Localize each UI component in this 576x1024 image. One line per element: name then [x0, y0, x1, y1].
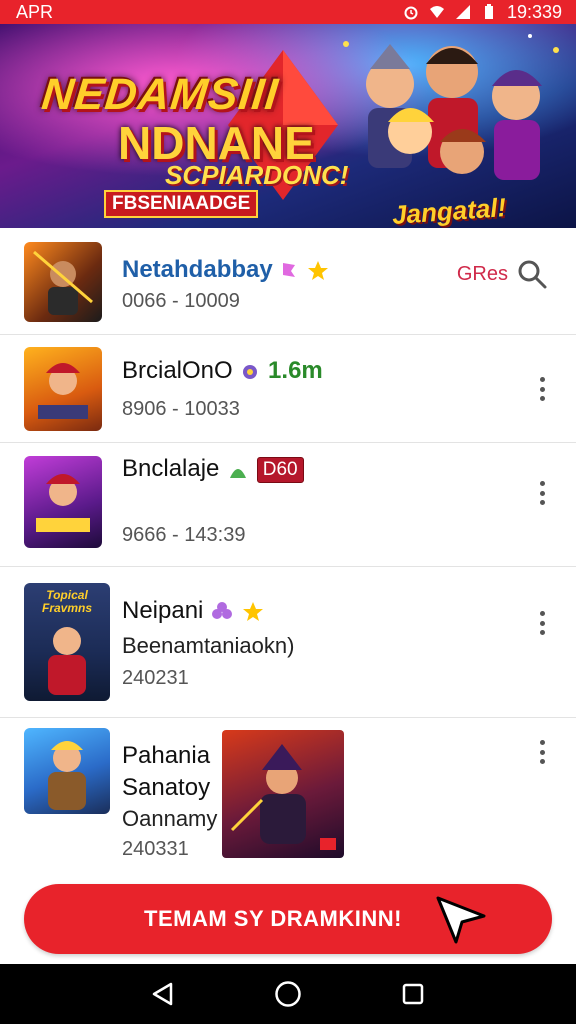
list-item-meta: 240331 [122, 838, 189, 860]
game-thumbnail [24, 242, 102, 322]
system-navigation-bar [0, 964, 576, 1024]
game-thumbnail: Topical Fravmns [24, 583, 110, 701]
primary-cta-button[interactable]: TEMAM SY DRAMKINN! [24, 884, 552, 954]
more-vertical-icon[interactable] [538, 611, 546, 635]
back-icon [152, 982, 172, 1006]
gear-icon [243, 364, 258, 379]
list-item-subtitle: 0066 - 10009 [122, 290, 240, 312]
alarm-icon [404, 6, 418, 20]
stat-badge: 1.6m [268, 357, 323, 384]
list-item[interactable]: Netahdabbay 0066 - 10009 GRes [0, 228, 576, 335]
banner-title-line3: SCPIARDONC! [165, 160, 349, 190]
home-button[interactable] [274, 980, 302, 1008]
status-icons: 19:339 [403, 2, 562, 23]
list-item-title: BrcialOnO 1.6m [122, 357, 323, 384]
signal-icon [455, 5, 470, 19]
list-item-subtitle: 8906 - 10033 [122, 398, 240, 420]
list-item[interactable]: Topical Fravmns Neipani Beenamtaniaokn) … [0, 567, 576, 718]
game-thumbnail [24, 347, 102, 431]
banner-tag: FBSENIAADGE [104, 190, 259, 218]
more-vertical-icon[interactable] [538, 377, 546, 401]
android-icon [230, 468, 247, 478]
list-item-title: Netahdabbay [122, 256, 330, 284]
recents-icon [403, 983, 424, 1005]
status-bar: APR 19:339 [0, 0, 576, 24]
search-icon[interactable] [516, 258, 548, 290]
promo-banner[interactable]: NEDAMSIII NDNANE SCPIARDONC! FBSENIAADGE… [0, 24, 576, 228]
battery-icon [484, 4, 493, 19]
banner-title-line1: NEDAMSIII [39, 70, 281, 119]
more-vertical-icon[interactable] [538, 481, 546, 505]
more-vertical-icon[interactable] [538, 740, 546, 764]
star-icon [308, 260, 329, 280]
arrow-cursor-icon [436, 896, 486, 944]
list-item-title: Bnclalaje D60 [122, 455, 304, 483]
list-item[interactable]: Pahania Sanatoy Oannamy 240331 [0, 718, 576, 870]
star-icon [242, 601, 263, 621]
list-item-title: Neipani [122, 597, 265, 625]
flower-icon [212, 601, 233, 619]
list-item[interactable]: BrcialOnO 1.6m 8906 - 10033 [0, 335, 576, 443]
game-preview-image[interactable] [222, 730, 344, 858]
wifi-icon [429, 6, 444, 18]
list-item-subtitle: Oannamy [122, 806, 218, 831]
list-item-meta: 240231 [122, 667, 189, 689]
recents-button[interactable] [399, 980, 427, 1008]
search-label[interactable]: GRes [457, 263, 508, 286]
back-button[interactable] [149, 980, 177, 1008]
status-time: 19:339 [506, 1, 562, 22]
cta-area: TEMAM SY DRAMKINN! [0, 866, 576, 964]
list-item-subtitle: 9666 - 143:39 [122, 524, 246, 546]
tag-badge: D60 [256, 456, 304, 483]
cta-label: TEMAM SY DRAMKINN! [144, 906, 402, 931]
list-item[interactable]: Bnclalaje D60 9666 - 143:39 [0, 443, 576, 567]
game-list: Netahdabbay 0066 - 10009 GRes BrcialOnO … [0, 228, 576, 870]
home-icon [275, 981, 301, 1007]
game-thumbnail [24, 456, 102, 548]
thumbnail-caption: Topical Fravmns [41, 588, 93, 615]
status-carrier: APR [16, 1, 54, 22]
game-thumbnail [24, 728, 110, 814]
list-item-title: Pahania Sanatoy [122, 742, 211, 801]
flag-icon [283, 262, 296, 277]
list-item-subtitle: Beenamtaniaokn) [122, 633, 295, 658]
